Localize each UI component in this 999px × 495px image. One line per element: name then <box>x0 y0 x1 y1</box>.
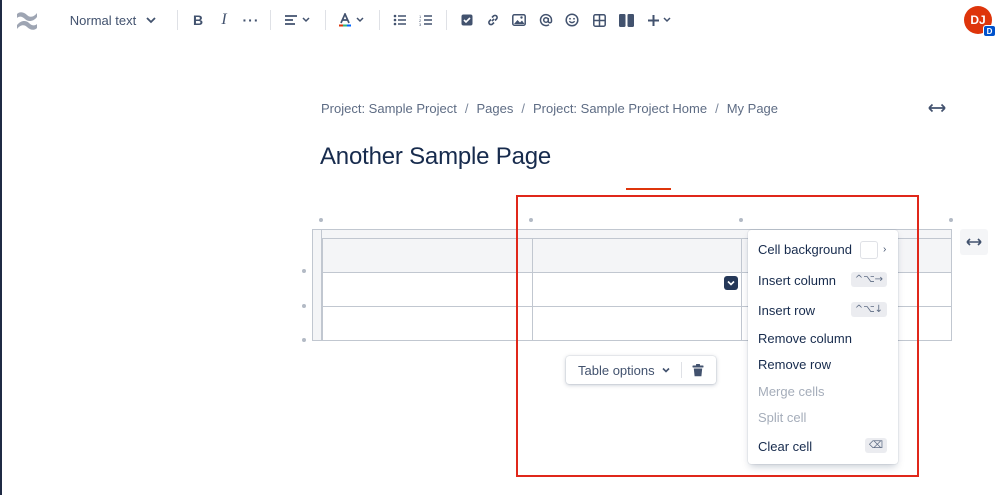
toolbar-divider <box>446 10 447 30</box>
menu-item-clear-cell[interactable]: Clear cell ⌫ <box>748 433 898 459</box>
page-title[interactable]: Another Sample Page <box>320 143 551 171</box>
table-width-toggle[interactable] <box>960 229 988 255</box>
insert-column-dot[interactable] <box>319 218 323 222</box>
table-cell[interactable] <box>531 306 743 341</box>
table-options-dropdown[interactable]: Table options <box>578 363 671 378</box>
menu-item-insert-column[interactable]: Insert column ^⌥→ <box>748 267 898 293</box>
breadcrumb-item-current[interactable]: My Page <box>727 101 778 116</box>
link-icon[interactable] <box>482 8 504 32</box>
menu-item-label: Insert row <box>758 302 816 318</box>
chevron-down-icon <box>146 17 156 24</box>
confluence-logo-icon[interactable] <box>14 8 40 34</box>
align-left-icon <box>284 15 297 25</box>
chevron-down-icon <box>355 17 364 23</box>
text-style-label: Normal text <box>69 12 137 28</box>
breadcrumb-separator: / <box>521 101 525 116</box>
color-swatch <box>860 241 878 259</box>
menu-item-label: Remove row <box>758 356 831 372</box>
table-cell[interactable] <box>322 272 533 307</box>
chevron-down-icon <box>301 17 310 23</box>
menu-item-label: Merge cells <box>758 383 825 399</box>
cell-options-toggle[interactable] <box>724 276 738 290</box>
plus-icon <box>647 14 659 26</box>
menu-item-cell-background[interactable]: Cell background › <box>748 236 898 262</box>
insert-row-dot[interactable] <box>302 338 306 342</box>
toolbar-divider <box>681 362 682 378</box>
numbered-list-icon[interactable]: 123 <box>415 8 437 32</box>
insert-row-dot[interactable] <box>302 304 306 308</box>
toolbar-divider <box>325 10 326 30</box>
image-icon[interactable] <box>508 8 530 32</box>
more-formatting-icon[interactable]: ··· <box>240 8 262 32</box>
chevron-down-icon <box>662 367 670 373</box>
delete-table-icon[interactable] <box>690 362 706 378</box>
breadcrumb-separator: / <box>464 101 469 116</box>
emoji-icon[interactable] <box>561 8 583 32</box>
menu-item-label: Split cell <box>758 409 807 425</box>
text-color-icon <box>338 13 351 27</box>
menu-item-label: Insert column <box>758 272 837 288</box>
breadcrumb-separator: / <box>715 101 719 116</box>
menu-item-merge-cells: Merge cells <box>748 378 898 404</box>
editor-toolbar: Normal text B I ··· 123 DJ D <box>0 0 999 40</box>
menu-item-label: Remove column <box>758 330 852 346</box>
menu-item-label: Clear cell <box>758 438 813 454</box>
breadcrumb-item-home[interactable]: Project: Sample Project Home <box>533 101 707 116</box>
breadcrumb-item-pages[interactable]: Pages <box>476 101 513 116</box>
keyboard-shortcut: ^⌥↓ <box>850 302 887 317</box>
table-options-label: Table options <box>578 362 655 378</box>
italic-icon[interactable]: I <box>213 8 235 32</box>
insert-row-dot[interactable] <box>302 269 306 273</box>
chevron-right-icon: › <box>883 244 887 255</box>
keyboard-shortcut: ^⌥→ <box>850 272 887 287</box>
insert-column-dot[interactable] <box>529 218 533 222</box>
text-style-dropdown[interactable]: Normal text <box>66 8 162 32</box>
cell-context-menu: Cell background › Insert column ^⌥→ Inse… <box>748 230 898 464</box>
window-edge <box>0 0 2 495</box>
table-icon[interactable] <box>588 8 610 32</box>
chevron-down-icon <box>662 17 671 23</box>
alignment-dropdown[interactable] <box>281 8 313 32</box>
chevron-down-icon <box>727 280 735 286</box>
table-floating-toolbar: Table options <box>566 356 716 384</box>
full-width-toggle-icon[interactable] <box>928 100 946 116</box>
insert-dropdown[interactable] <box>644 8 674 32</box>
insert-column-dot[interactable] <box>949 218 953 222</box>
svg-text:3: 3 <box>419 22 422 26</box>
insert-column-dot[interactable] <box>739 218 743 222</box>
title-focus-underline <box>626 188 671 190</box>
menu-item-remove-row[interactable]: Remove row <box>748 351 898 377</box>
bullet-list-icon[interactable] <box>389 8 411 32</box>
toolbar-divider <box>270 10 271 30</box>
avatar-badge: D <box>983 25 996 37</box>
breadcrumb-item-project[interactable]: Project: Sample Project <box>321 101 457 116</box>
text-color-dropdown[interactable] <box>335 8 367 32</box>
mention-icon[interactable] <box>535 8 557 32</box>
table-cell[interactable] <box>531 272 743 307</box>
toolbar-divider <box>379 10 380 30</box>
table-header-cell[interactable] <box>322 238 533 273</box>
toolbar-divider <box>177 10 178 30</box>
menu-item-split-cell: Split cell <box>748 404 898 430</box>
menu-item-remove-column[interactable]: Remove column <box>748 325 898 351</box>
bold-icon[interactable]: B <box>187 8 209 32</box>
table-header-cell[interactable] <box>531 238 743 273</box>
action-item-icon[interactable] <box>456 8 478 32</box>
breadcrumb: Project: Sample Project / Pages / Project: S… <box>321 101 778 116</box>
menu-item-insert-row[interactable]: Insert row ^⌥↓ <box>748 297 898 323</box>
layouts-icon[interactable] <box>614 8 638 32</box>
keyboard-shortcut: ⌫ <box>864 438 887 453</box>
row-controls-bar[interactable] <box>312 229 322 341</box>
expand-horizontal-icon <box>966 238 982 246</box>
table-cell[interactable] <box>322 306 533 341</box>
menu-item-label: Cell background <box>758 241 852 257</box>
